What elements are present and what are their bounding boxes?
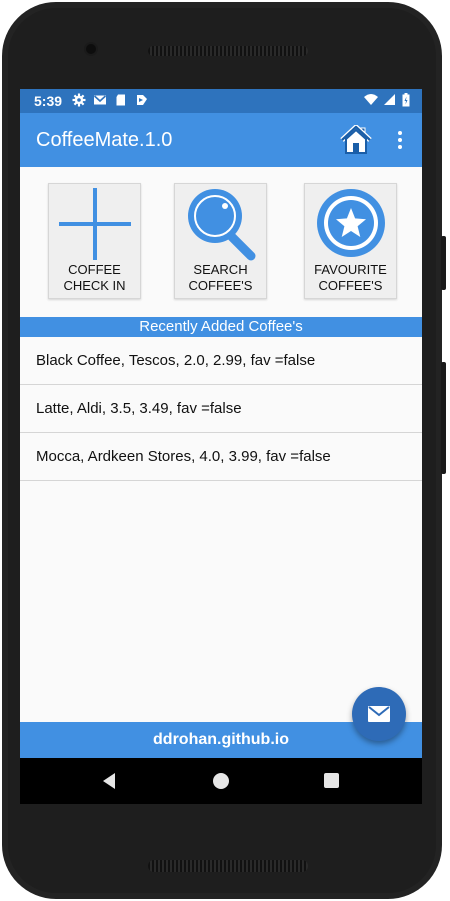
recents-icon[interactable] [324,773,339,788]
email-fab-button[interactable] [352,687,406,741]
gear-icon [72,93,86,107]
list-item[interactable]: Mocca, Ardkeen Stores, 4.0, 3.99, fav =f… [20,433,422,481]
system-nav-bar [20,758,422,804]
action-tiles: COFFEE CHECK IN SEARCH COFFEE'S FAVOURIT… [20,167,422,317]
front-camera [86,44,96,54]
coffee-check-in-button[interactable]: COFFEE CHECK IN [48,183,141,299]
app-title: CoffeeMate.1.0 [36,129,173,151]
magnifier-icon [187,189,255,261]
sd-card-icon [116,94,125,106]
signal-icon [384,94,395,105]
power-button [441,362,446,474]
tile-label: SEARCH COFFEE'S [188,262,253,293]
tile-label: FAVOURITE COFFEE'S [314,262,387,293]
app-bar: CoffeeMate.1.0 [20,113,422,167]
coffee-list: Black Coffee, Tescos, 2.0, 2.99, fav =fa… [20,337,422,481]
tile-label: COFFEE CHECK IN [63,262,126,293]
bottom-speaker [148,860,308,872]
more-vert-icon[interactable] [394,129,406,151]
status-bar: 5:39 [20,89,422,113]
mail-icon [368,706,390,722]
wifi-icon [364,94,378,105]
gmail-icon [93,95,107,105]
list-item[interactable]: Latte, Aldi, 3.5, 3.49, fav =false [20,385,422,433]
battery-icon [402,93,410,107]
screen: 5:39 CoffeeMate.1.0 COFFEE CHECK IN SEAR… [20,89,422,804]
star-icon [316,189,385,257]
top-speaker [148,46,308,56]
home-icon[interactable] [340,125,372,155]
cast-icon [137,95,147,105]
favourite-coffees-button[interactable]: FAVOURITE COFFEE'S [304,183,397,299]
section-header: Recently Added Coffee's [20,317,422,337]
volume-button [441,236,446,290]
search-coffees-button[interactable]: SEARCH COFFEE'S [174,183,267,299]
status-time: 5:39 [34,93,63,109]
back-icon[interactable] [101,772,117,790]
home-circle-icon[interactable] [213,773,229,789]
plus-icon [58,188,131,260]
list-item[interactable]: Black Coffee, Tescos, 2.0, 2.99, fav =fa… [20,337,422,385]
